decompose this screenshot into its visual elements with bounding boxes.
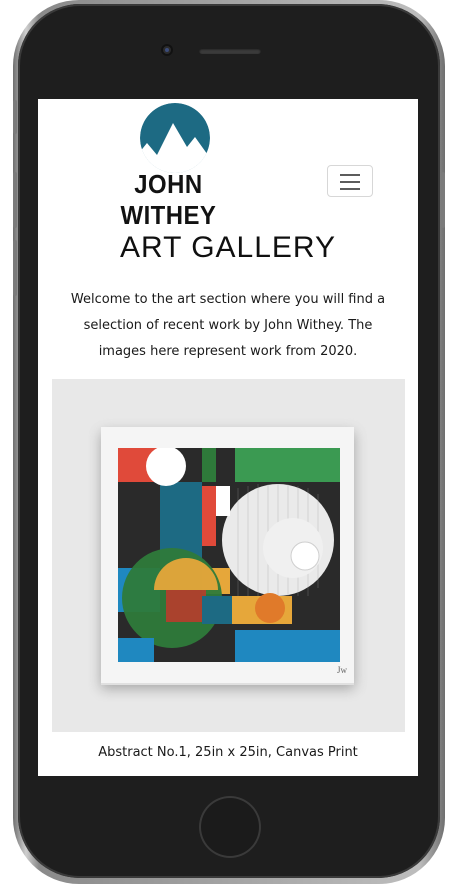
artwork-image[interactable]: Jw (52, 379, 405, 732)
intro-text: Welcome to the art section where you wil… (70, 292, 386, 359)
artist-signature: Jw (337, 665, 348, 675)
front-camera-icon (161, 44, 173, 56)
screen: JOHN WITHEY ART GALLERY Welcome to the a… (38, 99, 418, 776)
earpiece-speaker (199, 48, 261, 54)
hamburger-icon (340, 174, 360, 176)
site-logo[interactable]: JOHN WITHEY (93, 103, 255, 230)
mute-switch (13, 240, 17, 296)
abstract-artwork (118, 448, 340, 662)
mountain-logo-icon (140, 103, 210, 173)
artwork-caption: Abstract No.1, 25in x 25in, Canvas Print (98, 745, 358, 760)
menu-toggle-button[interactable] (327, 165, 373, 197)
power-button (441, 172, 445, 228)
phone-device: JOHN WITHEY ART GALLERY Welcome to the a… (0, 0, 458, 888)
hamburger-icon (340, 181, 360, 183)
page-title: ART GALLERY (119, 231, 337, 264)
volume-down-button (13, 172, 17, 228)
volume-up-button (13, 100, 17, 134)
logo-text: JOHN WITHEY (120, 169, 217, 230)
hamburger-icon (340, 188, 360, 190)
home-button[interactable] (199, 796, 261, 858)
